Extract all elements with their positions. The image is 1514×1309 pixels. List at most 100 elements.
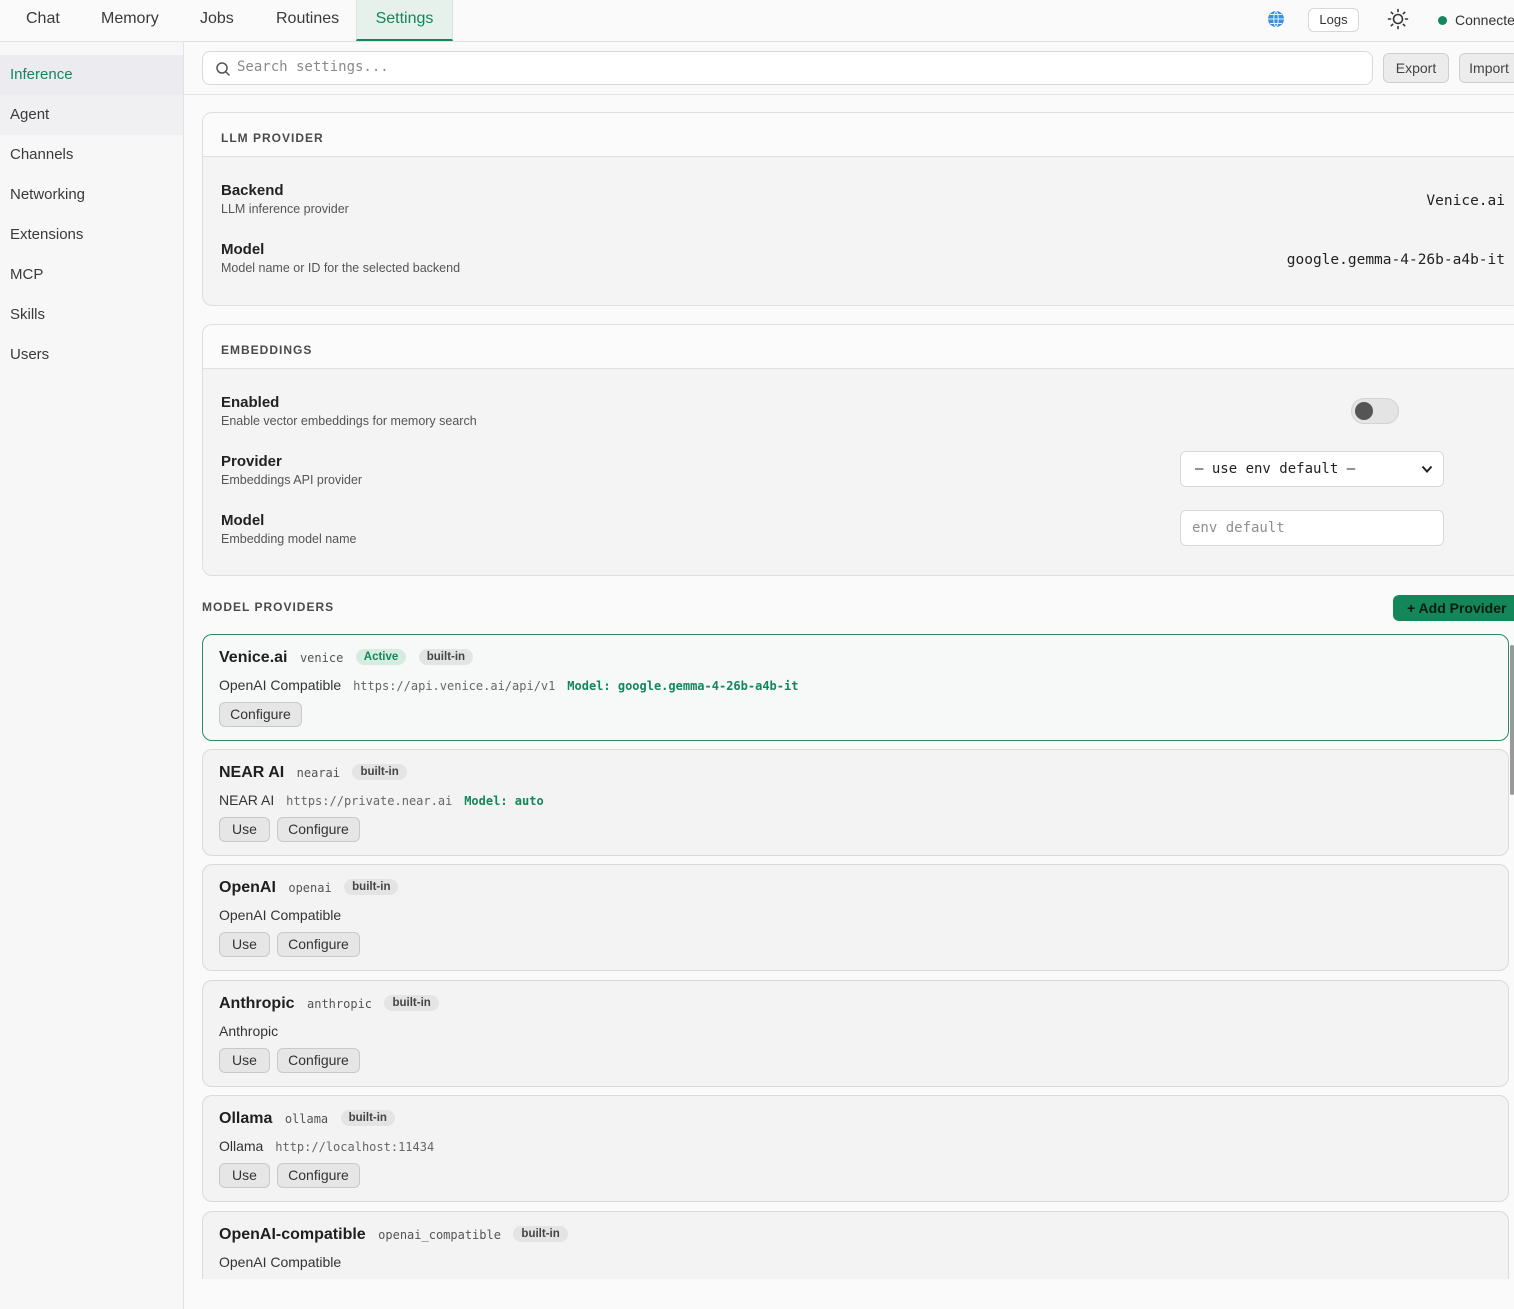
- builtin-badge: built-in: [513, 1226, 568, 1242]
- sidebar-item-skills[interactable]: Skills: [0, 295, 183, 335]
- provider-card-venice: Venice.ai venice Active built-in OpenAI …: [202, 634, 1509, 741]
- sidebar-item-mcp[interactable]: MCP: [0, 255, 183, 295]
- provider-name: Ollama: [219, 1110, 273, 1127]
- search-icon: [216, 62, 230, 76]
- provider-id: ollama: [284, 1112, 329, 1126]
- provider-card-openai: OpenAI openai built-in OpenAI Compatible…: [202, 864, 1509, 971]
- use-button[interactable]: Use: [219, 932, 270, 957]
- sidebar-item-users[interactable]: Users: [0, 335, 183, 375]
- section-title: LLM PROVIDER: [203, 113, 1514, 157]
- configure-button[interactable]: Configure: [219, 702, 302, 727]
- provider-model: Model: google.gemma-4-26b-a4b-it: [567, 679, 799, 693]
- tab-memory[interactable]: Memory: [79, 0, 181, 41]
- provider-header: Venice.ai venice Active built-in: [219, 649, 474, 667]
- provider-details: OpenAI Compatible https://api.venice.ai/…: [219, 677, 798, 693]
- provider-url: http://localhost:11434: [275, 1140, 435, 1154]
- provider-type: Anthropic: [219, 1023, 279, 1039]
- logs-button[interactable]: Logs: [1308, 8, 1359, 32]
- sidebar-item-agent[interactable]: Agent: [0, 95, 183, 135]
- chevron-down-icon: [1421, 465, 1433, 473]
- llm-provider-section: LLM PROVIDER Backend LLM inference provi…: [202, 112, 1514, 306]
- sun-icon[interactable]: [1387, 8, 1409, 30]
- embeddings-section: EMBEDDINGS Enabled Enable vector embeddi…: [202, 324, 1514, 576]
- provider-url: https://private.near.ai: [286, 794, 453, 808]
- provider-id: nearai: [296, 766, 340, 780]
- provider-list-viewport: OpenAI-compatible openai_compatible buil…: [184, 1210, 1514, 1279]
- tab-jobs[interactable]: Jobs: [178, 0, 256, 41]
- provider-type: Ollama: [219, 1138, 264, 1154]
- provider-header: OpenAI-compatible openai_compatible buil…: [219, 1226, 568, 1244]
- provider-header: Anthropic anthropic built-in: [219, 995, 439, 1013]
- builtin-badge: built-in: [340, 1110, 395, 1126]
- tab-chat[interactable]: Chat: [4, 0, 82, 41]
- sidebar-item-inference[interactable]: Inference: [0, 55, 183, 95]
- provider-card-ollama: Ollama ollama built-in Ollama http://loc…: [202, 1095, 1509, 1202]
- embedding-model-field[interactable]: [1180, 510, 1444, 546]
- model-description: Model name or ID for the selected backen…: [221, 261, 461, 275]
- export-button[interactable]: Export: [1383, 53, 1449, 83]
- provider-type: NEAR AI: [219, 792, 275, 808]
- top-nav: Chat Memory Jobs Routines Settings Logs …: [0, 0, 1514, 42]
- enabled-label: Enabled: [221, 394, 280, 411]
- provider-type: OpenAI Compatible: [219, 677, 342, 693]
- embedding-model-label: Model: [221, 512, 265, 529]
- provider-name: OpenAI: [219, 879, 276, 896]
- enabled-description: Enable vector embeddings for memory sear…: [221, 414, 477, 428]
- provider-type: OpenAI Compatible: [219, 907, 342, 923]
- provider-card-openai-compatible: OpenAI-compatible openai_compatible buil…: [202, 1211, 1509, 1279]
- provider-card-anthropic: Anthropic anthropic built-in Anthropic U…: [202, 980, 1509, 1087]
- backend-label: Backend: [221, 182, 284, 199]
- backend-description: LLM inference provider: [221, 202, 349, 216]
- provider-id: openai_compatible: [378, 1228, 501, 1242]
- model-label: Model: [221, 241, 265, 258]
- search-input[interactable]: [237, 59, 1337, 75]
- use-button[interactable]: Use: [219, 1048, 270, 1073]
- tab-routines[interactable]: Routines: [254, 0, 361, 41]
- builtin-badge: built-in: [344, 879, 399, 895]
- configure-button[interactable]: Configure: [277, 1048, 360, 1073]
- provider-name: NEAR AI: [219, 764, 285, 781]
- provider-type: OpenAI Compatible: [219, 1254, 342, 1270]
- provider-header: OpenAI openai built-in: [219, 879, 399, 897]
- tab-settings[interactable]: Settings: [356, 0, 453, 41]
- builtin-badge: built-in: [384, 995, 439, 1011]
- backend-value: Venice.ai: [1426, 193, 1505, 209]
- provider-card-nearai: NEAR AI nearai built-in NEAR AI https://…: [202, 749, 1509, 856]
- provider-name: Venice.ai: [219, 649, 288, 666]
- connection-status-text: Connected: [1455, 12, 1514, 28]
- section-title: EMBEDDINGS: [203, 325, 1514, 369]
- configure-button[interactable]: Configure: [277, 932, 360, 957]
- provider-id: anthropic: [307, 997, 373, 1011]
- add-provider-button[interactable]: + Add Provider: [1393, 595, 1514, 621]
- model-providers-title: MODEL PROVIDERS: [202, 600, 335, 614]
- embedding-model-description: Embedding model name: [221, 532, 357, 546]
- embedding-model-input[interactable]: [1192, 520, 1432, 536]
- settings-sidebar: Inference Agent Channels Networking Exte…: [0, 42, 184, 1309]
- settings-search[interactable]: [202, 51, 1373, 85]
- sidebar-item-channels[interactable]: Channels: [0, 135, 183, 175]
- embeddings-enabled-toggle[interactable]: [1351, 398, 1399, 424]
- provider-header: NEAR AI nearai built-in: [219, 764, 407, 782]
- provider-details: NEAR AI https://private.near.ai Model: a…: [219, 792, 544, 808]
- use-button[interactable]: Use: [219, 1163, 270, 1188]
- configure-button[interactable]: Configure: [277, 1163, 360, 1188]
- provider-id: venice: [299, 651, 344, 665]
- provider-name: OpenAI-compatible: [219, 1226, 366, 1243]
- builtin-badge: built-in: [352, 764, 407, 780]
- provider-name: Anthropic: [219, 995, 295, 1012]
- sidebar-item-networking[interactable]: Networking: [0, 175, 183, 215]
- scrollbar[interactable]: [1510, 645, 1514, 795]
- provider-id: openai: [288, 881, 332, 895]
- embeddings-provider-select[interactable]: — use env default —: [1180, 451, 1444, 487]
- use-button[interactable]: Use: [219, 817, 270, 842]
- active-badge: Active: [355, 649, 407, 665]
- provider-label: Provider: [221, 453, 282, 470]
- model-value: google.gemma-4-26b-a4b-it: [1286, 252, 1505, 268]
- provider-details: OpenAI Compatible: [219, 907, 341, 923]
- import-button[interactable]: Import: [1459, 53, 1514, 83]
- toggle-knob: [1355, 402, 1373, 420]
- configure-button[interactable]: Configure: [277, 817, 360, 842]
- sidebar-item-extensions[interactable]: Extensions: [0, 215, 183, 255]
- provider-details: Ollama http://localhost:11434: [219, 1138, 434, 1154]
- globe-icon[interactable]: [1266, 9, 1286, 29]
